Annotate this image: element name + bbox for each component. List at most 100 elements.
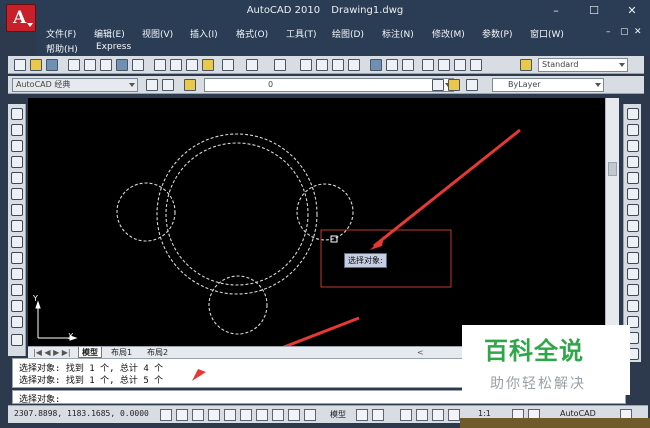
circle-icon[interactable] bbox=[11, 204, 23, 216]
3d-print-icon[interactable] bbox=[116, 59, 128, 71]
print-icon[interactable] bbox=[68, 59, 80, 71]
revision-cloud-icon[interactable] bbox=[11, 220, 23, 232]
layer-isolate-icon[interactable] bbox=[466, 79, 478, 91]
properties-icon[interactable] bbox=[370, 59, 382, 71]
grid-icon[interactable] bbox=[192, 409, 204, 421]
menu-modify[interactable]: 修改(M) bbox=[432, 27, 465, 40]
menu-window[interactable]: 窗口(W) bbox=[530, 27, 564, 40]
quick-view-layouts-icon[interactable] bbox=[356, 409, 368, 421]
tab-nav-arrows[interactable]: |◀ ◀ ▶ ▶| bbox=[30, 347, 74, 358]
drawing-canvas[interactable]: 选择对象: Y X bbox=[28, 98, 605, 346]
sheet-set-icon[interactable] bbox=[422, 59, 434, 71]
cut-icon[interactable] bbox=[154, 59, 166, 71]
ellipse-arc-icon[interactable] bbox=[11, 268, 23, 280]
application-menu-button[interactable]: A bbox=[6, 4, 36, 32]
quick-calc-icon[interactable] bbox=[454, 59, 466, 71]
left-circle[interactable] bbox=[116, 182, 176, 242]
spline-icon[interactable] bbox=[11, 236, 23, 248]
layer-previous-icon[interactable] bbox=[448, 79, 460, 91]
workspace-settings-icon[interactable] bbox=[146, 79, 158, 91]
block-editor-icon[interactable] bbox=[222, 59, 234, 71]
pan-status-icon[interactable] bbox=[400, 409, 412, 421]
save-icon[interactable] bbox=[46, 59, 58, 71]
scroll-thumb[interactable] bbox=[608, 162, 617, 176]
snap-icon[interactable] bbox=[176, 409, 188, 421]
rotate-icon[interactable] bbox=[627, 204, 639, 216]
otrack-icon[interactable] bbox=[256, 409, 268, 421]
menu-draw[interactable]: 绘图(D) bbox=[332, 27, 364, 40]
design-center-icon[interactable] bbox=[386, 59, 398, 71]
zoom-status-icon[interactable] bbox=[416, 409, 428, 421]
erase-icon[interactable] bbox=[627, 108, 639, 120]
copy-object-icon[interactable] bbox=[627, 124, 639, 136]
right-circle[interactable] bbox=[296, 183, 354, 241]
arc-icon[interactable] bbox=[11, 188, 23, 200]
menu-express[interactable]: Express bbox=[96, 42, 131, 52]
polygon-icon[interactable] bbox=[11, 156, 23, 168]
layer-select[interactable]: 0 bbox=[204, 78, 454, 92]
mirror-icon[interactable] bbox=[627, 140, 639, 152]
scale-icon[interactable] bbox=[627, 220, 639, 232]
osnap-icon[interactable] bbox=[240, 409, 252, 421]
line-icon[interactable] bbox=[11, 108, 23, 120]
extend-icon[interactable] bbox=[627, 268, 639, 280]
dyn-icon[interactable] bbox=[288, 409, 300, 421]
hatch-icon[interactable] bbox=[11, 334, 23, 346]
tab-model[interactable]: 模型 bbox=[78, 347, 102, 358]
polar-icon[interactable] bbox=[224, 409, 236, 421]
tab-layout2[interactable]: 布局2 bbox=[144, 347, 171, 358]
hscroll-left-arrow[interactable]: < bbox=[414, 347, 427, 358]
lineweight-icon[interactable] bbox=[304, 409, 316, 421]
menu-tools[interactable]: 工具(T) bbox=[286, 27, 317, 40]
quick-view-drawings-icon[interactable] bbox=[372, 409, 384, 421]
maximize-button[interactable]: ☐ bbox=[584, 4, 604, 18]
help-icon[interactable] bbox=[470, 59, 482, 71]
new-icon[interactable] bbox=[14, 59, 26, 71]
construction-line-icon[interactable] bbox=[11, 124, 23, 136]
undo-icon[interactable] bbox=[246, 59, 258, 71]
layer-manager-icon[interactable] bbox=[162, 79, 174, 91]
zoom-previous-icon[interactable] bbox=[348, 59, 360, 71]
point-icon[interactable] bbox=[11, 316, 23, 328]
menu-view[interactable]: 视图(V) bbox=[142, 27, 173, 40]
zoom-realtime-icon[interactable] bbox=[316, 59, 328, 71]
offset-icon[interactable] bbox=[627, 156, 639, 168]
trim-icon[interactable] bbox=[627, 252, 639, 264]
pan-icon[interactable] bbox=[300, 59, 312, 71]
zoom-window-icon[interactable] bbox=[332, 59, 344, 71]
ellipse-icon[interactable] bbox=[11, 252, 23, 264]
outer-circle[interactable] bbox=[156, 133, 318, 295]
match-properties-icon[interactable] bbox=[202, 59, 214, 71]
move-icon[interactable] bbox=[627, 188, 639, 200]
text-style-select[interactable]: Standard bbox=[538, 58, 628, 72]
menu-file[interactable]: 文件(F) bbox=[46, 27, 76, 40]
tool-palettes-icon[interactable] bbox=[402, 59, 414, 71]
workspace-switch[interactable]: AutoCAD bbox=[560, 409, 596, 418]
menu-insert[interactable]: 插入(I) bbox=[190, 27, 218, 40]
menu-dimension[interactable]: 标注(N) bbox=[382, 27, 414, 40]
paste-icon[interactable] bbox=[186, 59, 198, 71]
workspace-select[interactable]: AutoCAD 经典 bbox=[12, 78, 138, 92]
menu-format[interactable]: 格式(O) bbox=[236, 27, 268, 40]
insert-block-icon[interactable] bbox=[11, 284, 23, 296]
doc-restore-button[interactable]: ▢ bbox=[620, 27, 629, 37]
polyline-icon[interactable] bbox=[11, 140, 23, 152]
model-space-label[interactable]: 模型 bbox=[330, 409, 346, 420]
menu-edit[interactable]: 编辑(E) bbox=[94, 27, 125, 40]
steering-wheel-icon[interactable] bbox=[432, 409, 444, 421]
doc-minimize-button[interactable]: – bbox=[606, 27, 611, 37]
open-icon[interactable] bbox=[30, 59, 42, 71]
inner-circle[interactable] bbox=[165, 142, 309, 286]
copy-icon[interactable] bbox=[170, 59, 182, 71]
tab-layout1[interactable]: 布局1 bbox=[108, 347, 135, 358]
menu-parameters[interactable]: 参数(P) bbox=[482, 27, 512, 40]
make-block-icon[interactable] bbox=[11, 300, 23, 312]
redo-icon[interactable] bbox=[274, 59, 286, 71]
showmotion-icon[interactable] bbox=[448, 409, 460, 421]
ortho-icon[interactable] bbox=[208, 409, 220, 421]
infer-constraints-icon[interactable] bbox=[160, 409, 172, 421]
publish-icon[interactable] bbox=[100, 59, 112, 71]
preview-icon[interactable] bbox=[84, 59, 96, 71]
close-button[interactable]: ✕ bbox=[622, 4, 642, 18]
text-style-icon[interactable] bbox=[520, 59, 532, 71]
